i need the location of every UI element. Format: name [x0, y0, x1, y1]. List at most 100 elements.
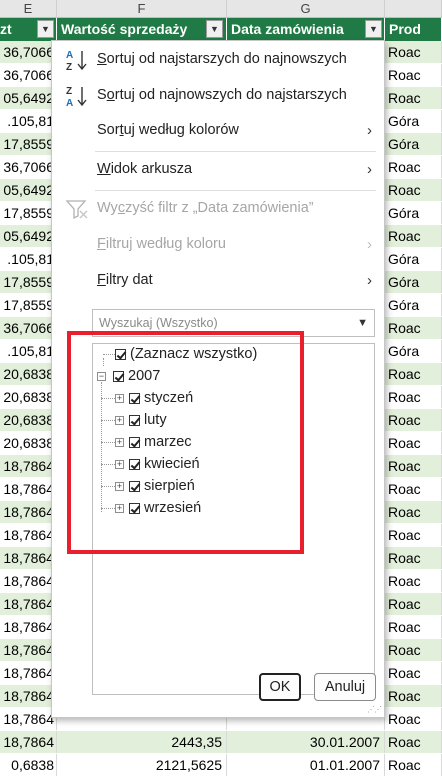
table-cell[interactable]: 17,8559 [0, 133, 57, 155]
table-cell[interactable]: 36,7066 [0, 156, 57, 178]
table-cell[interactable]: Góra [385, 294, 442, 316]
month-node[interactable]: + luty [115, 412, 235, 432]
table-cell[interactable]: 20,6838 [0, 363, 57, 385]
table-cell[interactable]: Roac [385, 754, 442, 776]
table-cell[interactable]: Roac [385, 524, 442, 546]
table-cell[interactable]: 18,7864 [0, 570, 57, 592]
table-cell[interactable]: 20,6838 [0, 409, 57, 431]
table-cell[interactable]: 36,7066 [0, 317, 57, 339]
expand-icon[interactable]: + [115, 394, 124, 403]
table-cell[interactable]: 18,7864 [0, 685, 57, 707]
table-cell[interactable]: 20,6838 [0, 386, 57, 408]
table-cell[interactable]: 17,8559 [0, 294, 57, 316]
month-checkbox[interactable] [129, 459, 140, 470]
table-cell[interactable]: Roac [385, 639, 442, 661]
resize-grip-icon[interactable]: ⋰⋰ [367, 705, 382, 714]
table-cell[interactable]: Roac [385, 225, 442, 247]
filter-dropdown-order-date[interactable]: ▼ [365, 20, 382, 38]
month-node[interactable]: + wrzesień [115, 500, 235, 520]
table-cell[interactable]: Góra [385, 110, 442, 132]
year-checkbox[interactable] [113, 371, 124, 382]
table-cell[interactable]: Roac [385, 501, 442, 523]
table-cell[interactable]: 17,8559 [0, 271, 57, 293]
date-filters-item[interactable]: Filtry dat › [52, 266, 384, 296]
column-header-f[interactable]: F [57, 0, 227, 18]
year-node-2007[interactable]: − 2007 [97, 368, 187, 388]
table-cell[interactable]: Góra [385, 271, 442, 293]
month-node[interactable]: + sierpień [115, 478, 235, 498]
table-cell[interactable]: Roac [385, 662, 442, 684]
month-checkbox[interactable] [129, 437, 140, 448]
search-input[interactable]: Wyszukaj (Wszystko) ▼ [92, 309, 375, 337]
sort-ascending-item[interactable]: A Z Sortuj od najstarszych do najnowszyc… [52, 45, 384, 75]
table-cell[interactable]: 05,6492 [0, 225, 57, 247]
month-node[interactable]: + marzec [115, 434, 235, 454]
table-cell[interactable]: 18,7864 [0, 547, 57, 569]
table-cell[interactable]: Roac [385, 478, 442, 500]
table-cell[interactable]: 30.01.2007 [227, 731, 385, 753]
table-cell[interactable]: 18,7864 [0, 708, 57, 730]
table-cell[interactable]: 2443,35 [57, 731, 227, 753]
cancel-button[interactable]: Anuluj [314, 673, 376, 701]
table-cell[interactable]: 18,7864 [0, 662, 57, 684]
table-cell[interactable]: Roac [385, 363, 442, 385]
column-header-e[interactable]: E [0, 0, 57, 18]
table-cell[interactable]: Góra [385, 202, 442, 224]
table-cell[interactable]: 17,8559 [0, 202, 57, 224]
table-cell[interactable]: 2121,5625 [57, 754, 227, 776]
table-cell[interactable]: 18,7864 [0, 639, 57, 661]
table-cell[interactable]: 05,6492 [0, 179, 57, 201]
table-cell[interactable]: Roac [385, 409, 442, 431]
table-cell[interactable]: 05,6492 [0, 87, 57, 109]
month-checkbox[interactable] [129, 503, 140, 514]
collapse-icon[interactable]: − [97, 372, 106, 381]
table-cell[interactable]: 18,7864 [0, 593, 57, 615]
table-cell[interactable]: .105,81 [0, 340, 57, 362]
table-cell[interactable]: 18,7864 [0, 616, 57, 638]
table-cell[interactable]: 36,7066 [0, 41, 57, 63]
table-cell[interactable]: Roac [385, 685, 442, 707]
filter-by-color-item[interactable]: Filtruj według koloru › [52, 230, 384, 260]
column-header-h[interactable] [385, 0, 442, 18]
table-cell[interactable]: 0,6838 [0, 754, 57, 776]
table-cell[interactable]: 01.01.2007 [227, 754, 385, 776]
ok-button[interactable]: OK [259, 673, 301, 701]
table-cell[interactable]: Roac [385, 731, 442, 753]
clear-filter-item[interactable]: Wyczyść filtr z „Data zamówienia” [52, 194, 384, 224]
table-cell[interactable]: 18,7864 [0, 478, 57, 500]
sort-descending-item[interactable]: Z A Sortuj od najnowszych do najstarszyc… [52, 81, 384, 111]
expand-icon[interactable]: + [115, 438, 124, 447]
table-cell[interactable]: Góra [385, 248, 442, 270]
table-cell[interactable]: .105,81 [0, 248, 57, 270]
table-cell[interactable]: Roac [385, 87, 442, 109]
table-cell[interactable]: 18,7864 [0, 455, 57, 477]
select-all-checkbox[interactable] [115, 349, 126, 360]
table-cell[interactable]: Roac [385, 156, 442, 178]
expand-icon[interactable]: + [115, 460, 124, 469]
expand-icon[interactable]: + [115, 416, 124, 425]
table-cell[interactable]: 36,7066 [0, 64, 57, 86]
table-cell[interactable]: 18,7864 [0, 501, 57, 523]
table-cell[interactable]: Roac [385, 616, 442, 638]
table-cell[interactable]: Góra [385, 340, 442, 362]
table-cell[interactable]: Roac [385, 317, 442, 339]
expand-icon[interactable]: + [115, 482, 124, 491]
filter-dropdown-sales-value[interactable]: ▼ [206, 20, 223, 38]
search-dropdown-icon[interactable]: ▼ [357, 310, 368, 336]
table-cell[interactable]: .105,81 [0, 110, 57, 132]
month-checkbox[interactable] [129, 393, 140, 404]
table-cell[interactable]: Roac [385, 41, 442, 63]
month-checkbox[interactable] [129, 481, 140, 492]
table-cell[interactable]: 18,7864 [0, 524, 57, 546]
table-cell[interactable]: Roac [385, 570, 442, 592]
table-cell[interactable]: Roac [385, 708, 442, 730]
table-cell[interactable]: 20,6838 [0, 432, 57, 454]
month-checkbox[interactable] [129, 415, 140, 426]
table-cell[interactable]: Roac [385, 64, 442, 86]
table-cell[interactable]: Roac [385, 432, 442, 454]
sort-by-color-item[interactable]: Sortuj według kolorów › [52, 116, 384, 146]
table-cell[interactable]: 18,7864 [0, 731, 57, 753]
table-cell[interactable]: Roac [385, 179, 442, 201]
table-cell[interactable]: Roac [385, 455, 442, 477]
column-header-g[interactable]: G [227, 0, 385, 18]
